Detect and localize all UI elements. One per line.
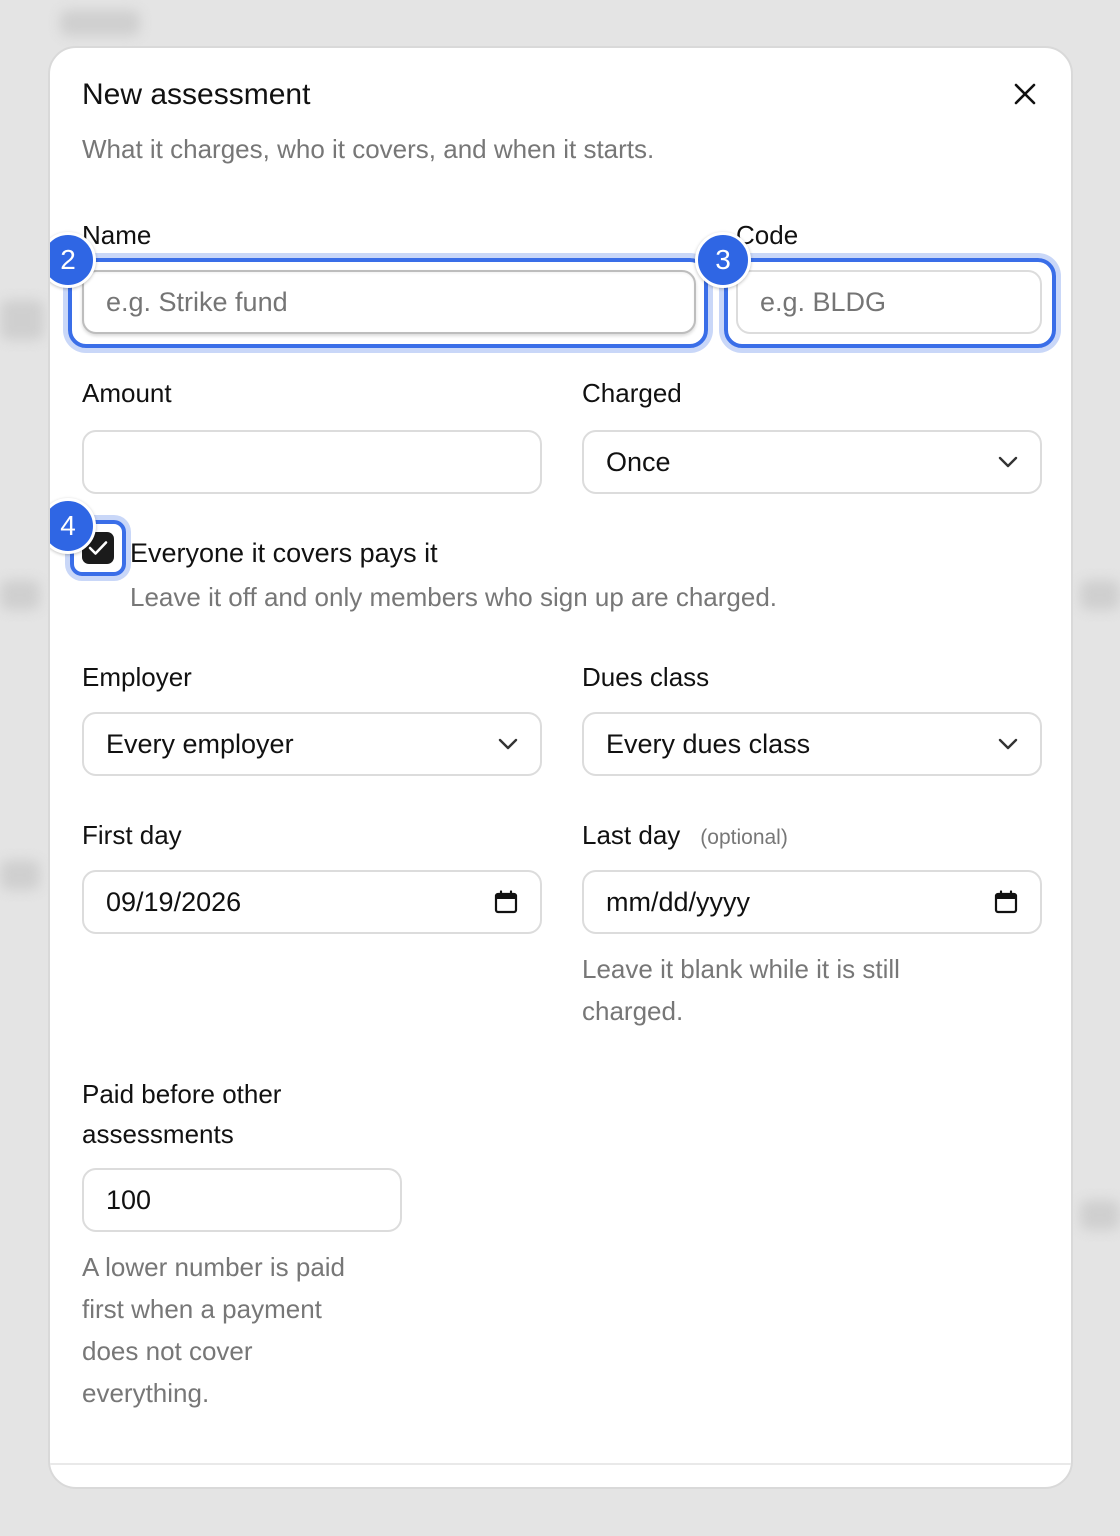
priority-label-line: assessments: [82, 1119, 234, 1149]
employer-select[interactable]: Every employer: [82, 712, 542, 776]
priority-input[interactable]: 100: [82, 1168, 402, 1232]
dialog-title: New assessment: [82, 78, 311, 111]
charged-label: Charged: [582, 378, 682, 408]
calendar-icon[interactable]: [994, 890, 1018, 914]
last-day-help: Leave it blank while it is still charged…: [582, 948, 900, 1032]
dialog-subtitle: What it charges, who it covers, and when…: [82, 134, 655, 164]
dues-class-select[interactable]: Every dues class: [582, 712, 1042, 776]
amount-label: Amount: [82, 378, 172, 408]
dues-class-label: Dues class: [582, 662, 710, 692]
checkmark-icon: [88, 541, 108, 555]
calendar-icon[interactable]: [494, 890, 518, 914]
last-day-value: mm/dd/yyyy: [606, 886, 751, 917]
last-day-help-line: charged.: [582, 996, 684, 1026]
dues-class-selected-value: Every dues class: [606, 728, 811, 759]
chevron-down-icon: [498, 738, 518, 750]
first-day-date-input[interactable]: 09/19/2026: [82, 870, 542, 934]
priority-help: A lower number is paid first when a paym…: [82, 1246, 345, 1414]
close-icon: [1014, 83, 1036, 105]
first-day-value: 09/19/2026: [106, 886, 242, 917]
everyone-pays-label[interactable]: Everyone it covers pays it: [130, 538, 438, 569]
charged-selected-value: Once: [606, 446, 671, 477]
background-blur: [1080, 580, 1120, 610]
close-button[interactable]: [1005, 74, 1045, 114]
priority-help-line: does not cover: [82, 1336, 253, 1366]
amount-input[interactable]: [82, 430, 542, 494]
priority-help-line: everything.: [82, 1378, 210, 1408]
priority-help-line: first when a payment: [82, 1294, 322, 1324]
background-blur: [0, 860, 40, 890]
optional-tag: (optional): [700, 826, 788, 849]
last-day-help-line: Leave it blank while it is still: [582, 954, 900, 984]
employer-label: Employer: [82, 662, 192, 692]
last-day-label-text: Last day: [582, 820, 681, 850]
charged-select[interactable]: Once: [582, 430, 1042, 494]
priority-label-line: Paid before other: [82, 1079, 282, 1109]
new-assessment-dialog: New assessment What it charges, who it c…: [48, 46, 1073, 1489]
chevron-down-icon: [998, 456, 1018, 468]
code-input[interactable]: [736, 270, 1042, 334]
chevron-down-icon: [998, 738, 1018, 750]
last-day-date-input[interactable]: mm/dd/yyyy: [582, 870, 1042, 934]
background-blur: [0, 580, 40, 610]
priority-help-line: A lower number is paid: [82, 1252, 346, 1282]
name-input[interactable]: [82, 270, 696, 334]
footer-divider: [50, 1463, 1071, 1465]
employer-selected-value: Every employer: [106, 728, 294, 759]
background-blur: [1080, 1200, 1120, 1230]
first-day-label: First day: [82, 820, 182, 850]
code-step-badge: 3: [695, 232, 751, 288]
background-blur: [0, 300, 44, 340]
priority-label: Paid before other assessments: [82, 1074, 281, 1154]
background-blur: [60, 10, 140, 36]
everyone-pays-help: Leave it off and only members who sign u…: [130, 582, 778, 612]
last-day-label: Last day (optional): [582, 820, 788, 851]
